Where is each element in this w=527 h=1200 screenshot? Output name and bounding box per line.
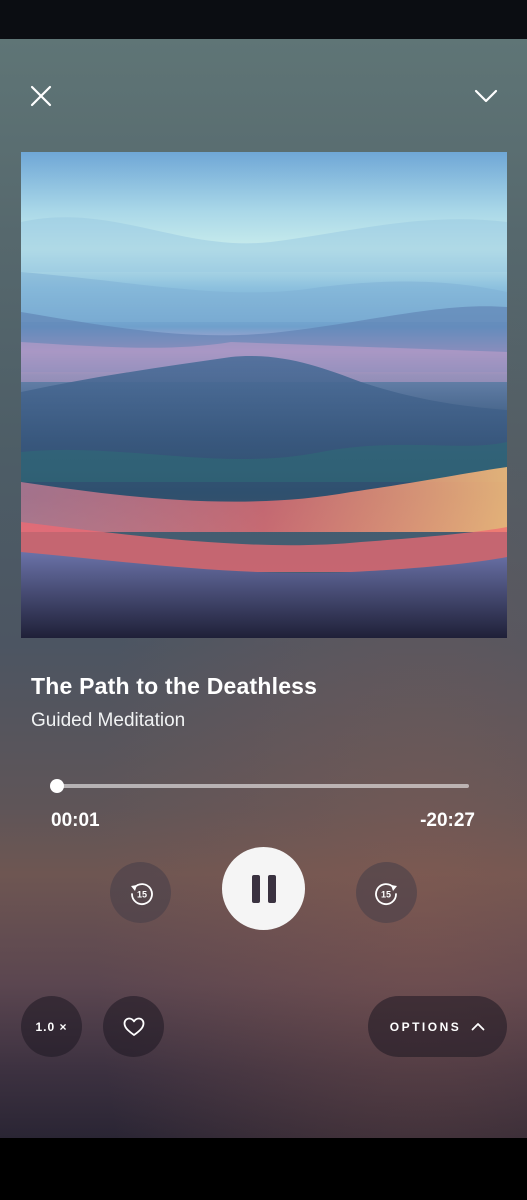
elapsed-time: 00:01 bbox=[51, 810, 100, 831]
pause-icon bbox=[251, 874, 276, 903]
options-label: OPTIONS bbox=[389, 1019, 462, 1034]
track-title: The Path to the Deathless bbox=[31, 673, 318, 699]
options-button[interactable]: OPTIONS bbox=[368, 996, 507, 1057]
chevron-down-icon bbox=[474, 89, 498, 103]
chevron-up-icon bbox=[471, 1023, 485, 1031]
progress-bar[interactable] bbox=[50, 779, 469, 793]
forward-15-button[interactable]: 15 bbox=[356, 862, 417, 923]
close-button[interactable] bbox=[22, 77, 60, 115]
close-icon bbox=[30, 85, 52, 107]
now-playing-screen: The Path to the Deathless Guided Meditat… bbox=[0, 39, 527, 1138]
svg-text:15: 15 bbox=[380, 889, 390, 899]
album-artwork bbox=[21, 152, 507, 638]
remaining-time: -20:27 bbox=[420, 810, 475, 831]
pause-button[interactable] bbox=[222, 847, 305, 930]
speed-label: 1.0 × bbox=[35, 1019, 68, 1034]
rewind-15-button[interactable]: 15 bbox=[110, 862, 171, 923]
svg-text:15: 15 bbox=[136, 889, 146, 899]
track-subtitle: Guided Meditation bbox=[31, 710, 186, 731]
forward-icon: 15 bbox=[374, 882, 397, 905]
status-bar bbox=[0, 0, 527, 39]
progress-knob[interactable] bbox=[50, 779, 65, 793]
heart-icon bbox=[123, 1017, 144, 1036]
rewind-icon: 15 bbox=[130, 882, 153, 905]
collapse-button[interactable] bbox=[466, 77, 506, 115]
favorite-button[interactable] bbox=[103, 996, 164, 1057]
playback-speed-button[interactable]: 1.0 × bbox=[21, 996, 82, 1057]
navigation-bar bbox=[0, 1138, 527, 1200]
